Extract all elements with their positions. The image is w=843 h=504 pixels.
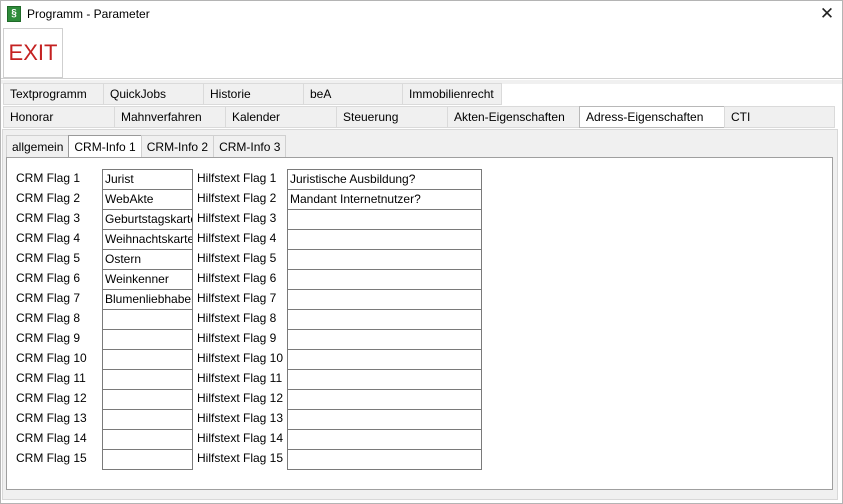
tab-akten-eigenschaften[interactable]: Akten-Eigenschaften	[447, 106, 579, 128]
app-icon: §	[7, 6, 21, 22]
crm-flag-3-field[interactable]: Geburtstagskarte	[102, 209, 193, 230]
tab-adress-eigenschaften[interactable]: Adress-Eigenschaften	[579, 106, 724, 128]
tab-honorar[interactable]: Honorar	[3, 106, 114, 128]
toolbar: EXIT	[1, 27, 842, 79]
hilfstext-flag-14-label: Hilfstext Flag 14	[197, 431, 284, 445]
subtab-crm-info-3[interactable]: CRM-Info 3	[213, 135, 287, 158]
crm-flag-13-label: CRM Flag 13	[16, 411, 87, 425]
crm-flag-1-label: CRM Flag 1	[16, 171, 81, 185]
hilfstext-flag-2-label: Hilfstext Flag 2	[197, 191, 277, 205]
hilfstext-flag-8-label: Hilfstext Flag 8	[197, 311, 277, 325]
crm-flag-5-label: CRM Flag 5	[16, 251, 81, 265]
crm-flag-4-field[interactable]: Weihnachtskarte	[102, 229, 193, 250]
crm-flag-10-label: CRM Flag 10	[16, 351, 87, 365]
hilfstext-flag-9-label: Hilfstext Flag 9	[197, 331, 277, 345]
crm-flag-4-label: CRM Flag 4	[16, 231, 81, 245]
tab-row-1: Textprogramm QuickJobs Historie beA Immo…	[3, 83, 502, 105]
subtab-crm-info-2[interactable]: CRM-Info 2	[140, 135, 214, 158]
crm-flag-7-field[interactable]: Blumenliebhaber	[102, 289, 193, 310]
hilfstext-flag-6-label: Hilfstext Flag 6	[197, 271, 277, 285]
tab-bea[interactable]: beA	[303, 83, 402, 105]
hilfstext-flag-1-label: Hilfstext Flag 1	[197, 171, 277, 185]
hilfstext-flag-4-label: Hilfstext Flag 4	[197, 231, 277, 245]
tab-historie[interactable]: Historie	[203, 83, 303, 105]
subtab-crm-info-1[interactable]: CRM-Info 1	[68, 135, 141, 158]
hilfstext-flag-10-label: Hilfstext Flag 10	[197, 351, 284, 365]
crm-flag-14-field[interactable]	[102, 429, 193, 450]
hilfstext-flag-12-label: Hilfstext Flag 12	[197, 391, 284, 405]
crm-flag-6-field[interactable]: Weinkenner	[102, 269, 193, 290]
tab-cti[interactable]: CTI	[724, 106, 835, 128]
tab-kalender[interactable]: Kalender	[225, 106, 336, 128]
hilfstext-flag-4-field[interactable]	[287, 229, 482, 250]
crm-flag-13-field[interactable]	[102, 409, 193, 430]
hilfstext-flag-12-field[interactable]	[287, 389, 482, 410]
tab-immobilienrecht[interactable]: Immobilienrecht	[402, 83, 502, 105]
hilfstext-flag-7-label: Hilfstext Flag 7	[197, 291, 277, 305]
hilfstext-flag-6-field[interactable]	[287, 269, 482, 290]
hilfstext-flag-3-label: Hilfstext Flag 3	[197, 211, 277, 225]
hilfstext-flag-15-field[interactable]	[287, 449, 482, 470]
hilfstext-flag-5-label: Hilfstext Flag 5	[197, 251, 277, 265]
crm-flag-11-label: CRM Flag 11	[16, 371, 86, 385]
exit-button[interactable]: EXIT	[3, 28, 63, 78]
tab-steuerung[interactable]: Steuerung	[336, 106, 447, 128]
crm-flag-7-label: CRM Flag 7	[16, 291, 81, 305]
window-title: Programm - Parameter	[27, 7, 150, 21]
hilfstext-flag-10-field[interactable]	[287, 349, 482, 370]
hilfstext-flag-11-field[interactable]	[287, 369, 482, 390]
title-bar: § Programm - Parameter ✕	[1, 1, 842, 27]
crm-flag-14-label: CRM Flag 14	[16, 431, 87, 445]
hilfstext-flag-9-field[interactable]	[287, 329, 482, 350]
tab-mahnverfahren[interactable]: Mahnverfahren	[114, 106, 225, 128]
tab-quickjobs[interactable]: QuickJobs	[103, 83, 203, 105]
hilfstext-flag-2-field[interactable]: Mandant Internetnutzer?	[287, 189, 482, 210]
crm-flag-2-label: CRM Flag 2	[16, 191, 81, 205]
hilfstext-flag-13-field[interactable]	[287, 409, 482, 430]
crm-flag-15-label: CRM Flag 15	[16, 451, 87, 465]
tab-row-2: Honorar Mahnverfahren Kalender Steuerung…	[3, 106, 835, 128]
crm-flag-12-field[interactable]	[102, 389, 193, 410]
crm-flag-6-label: CRM Flag 6	[16, 271, 81, 285]
crm-flag-5-field[interactable]: Ostern	[102, 249, 193, 270]
crm-flag-2-field[interactable]: WebAkte	[102, 189, 193, 210]
crm-flag-8-label: CRM Flag 8	[16, 311, 81, 325]
hilfstext-flag-15-label: Hilfstext Flag 15	[197, 451, 284, 465]
hilfstext-flag-14-field[interactable]	[287, 429, 482, 450]
close-icon[interactable]: ✕	[812, 1, 842, 27]
crm-flag-12-label: CRM Flag 12	[16, 391, 87, 405]
sub-tab-row: allgemein CRM-Info 1 CRM-Info 2 CRM-Info…	[6, 135, 287, 158]
hilfstext-flag-1-field[interactable]: Juristische Ausbildung?	[287, 169, 482, 190]
crm-flag-1-field[interactable]: Jurist	[102, 169, 193, 190]
crm-flag-9-label: CRM Flag 9	[16, 331, 81, 345]
subtab-allgemein[interactable]: allgemein	[6, 135, 69, 158]
hilfstext-flag-11-label: Hilfstext Flag 11	[197, 371, 283, 385]
hilfstext-flag-8-field[interactable]	[287, 309, 482, 330]
crm-flag-10-field[interactable]	[102, 349, 193, 370]
hilfstext-flag-5-field[interactable]	[287, 249, 482, 270]
hilfstext-flag-13-label: Hilfstext Flag 13	[197, 411, 284, 425]
crm-flag-9-field[interactable]	[102, 329, 193, 350]
crm-flag-11-field[interactable]	[102, 369, 193, 390]
crm-flag-3-label: CRM Flag 3	[16, 211, 81, 225]
crm-flag-15-field[interactable]	[102, 449, 193, 470]
crm-flag-8-field[interactable]	[102, 309, 193, 330]
hilfstext-flag-7-field[interactable]	[287, 289, 482, 310]
tab-textprogramm[interactable]: Textprogramm	[3, 83, 103, 105]
hilfstext-flag-3-field[interactable]	[287, 209, 482, 230]
